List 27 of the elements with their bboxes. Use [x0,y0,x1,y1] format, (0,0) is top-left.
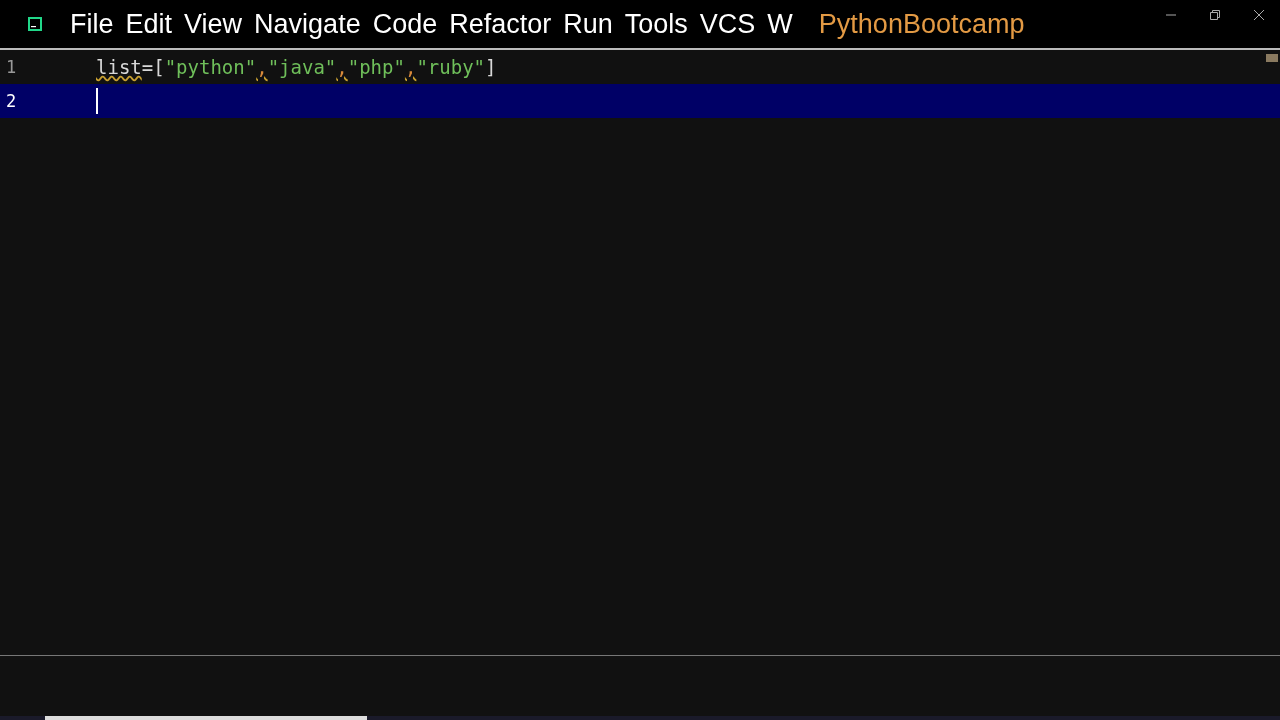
menu-item[interactable]: File [70,8,114,40]
code-token: "java" [267,56,337,78]
project-title: PythonBootcamp [818,8,1025,40]
scroll-marker [1266,54,1278,62]
menu-item[interactable]: Navigate [254,8,361,40]
menu-item[interactable]: Tools [624,8,688,40]
code-token: list [96,56,142,78]
menu-item[interactable]: W [767,8,793,40]
code-token: , [256,56,268,78]
code-token: , [336,56,348,78]
restore-icon[interactable] [1210,10,1220,20]
line-number: 2 [5,91,18,111]
code-token: "ruby" [416,56,485,78]
menu-item[interactable]: Code [372,8,438,40]
code-token: "python" [164,56,257,78]
close-icon[interactable] [1254,10,1264,20]
app-icon [28,17,42,31]
menu-item[interactable]: Edit [125,8,173,40]
menu-item[interactable]: View [184,8,243,40]
code-token: ] [485,56,497,78]
menu-item[interactable]: VCS [699,8,756,40]
line-number: 1 [5,57,18,77]
code-token: "php" [347,56,405,78]
menu-item[interactable]: Refactor [449,8,552,40]
menu-item[interactable]: Run [563,8,613,40]
code-token: =[ [141,56,165,78]
code-token: , [404,56,417,78]
